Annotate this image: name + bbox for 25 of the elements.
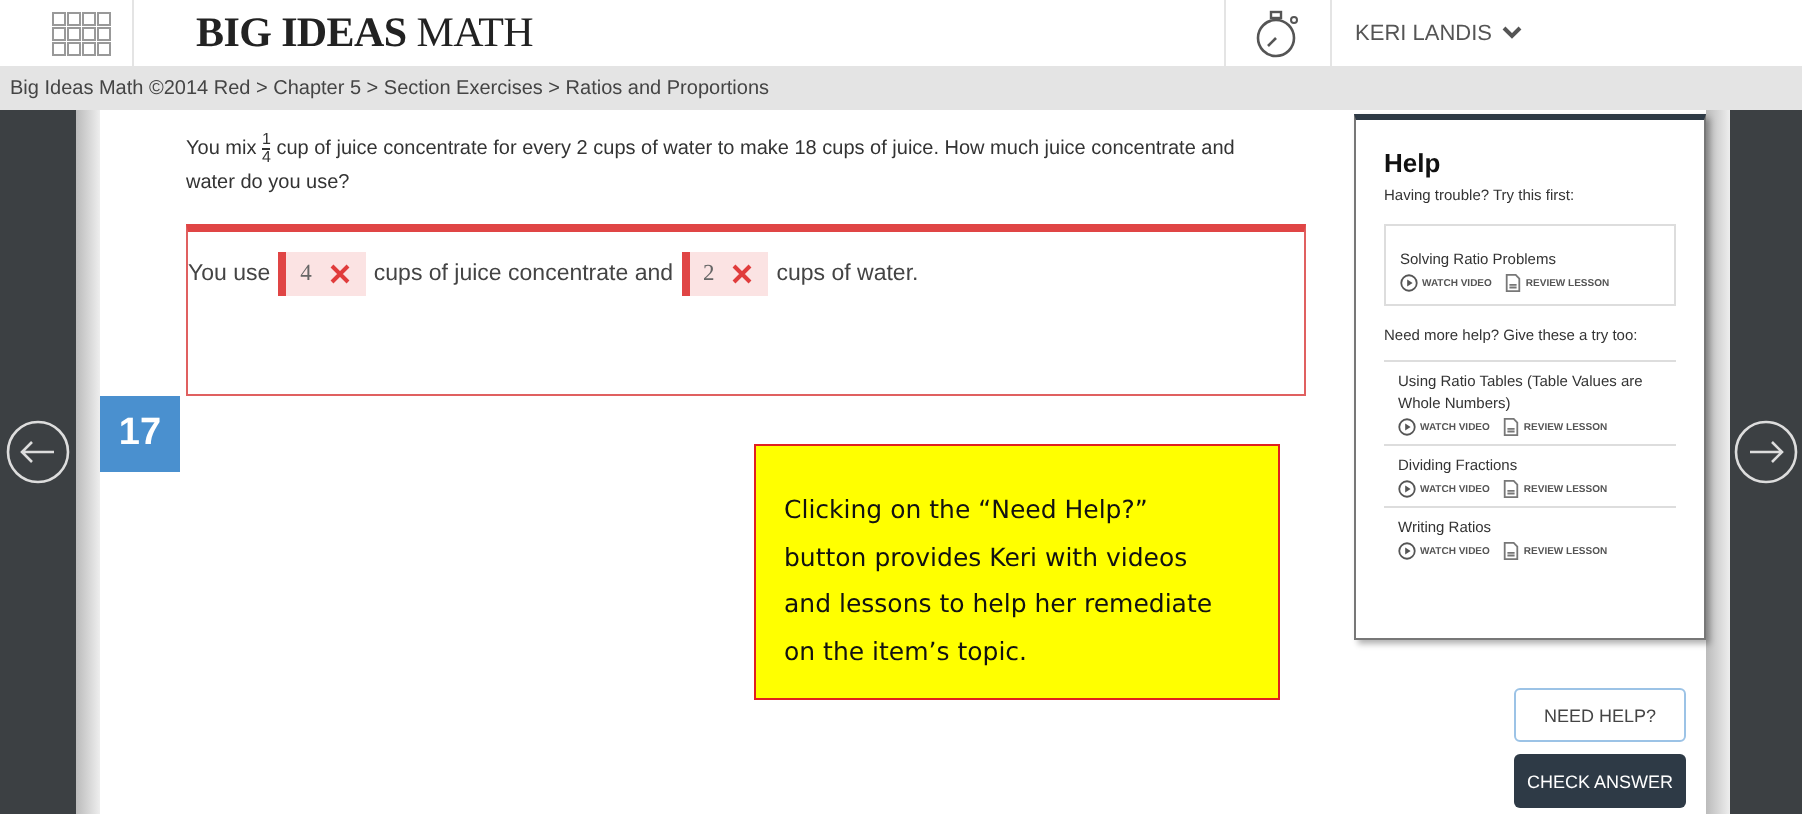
answer-text: cups of water. bbox=[776, 260, 919, 291]
play-icon bbox=[1400, 274, 1418, 292]
callout-note: Clicking on the “Need Help?” button provides Keri with videos and lessons to help her remediate on the item’s topic. bbox=[754, 444, 1280, 700]
app-grid-icon[interactable] bbox=[52, 11, 112, 55]
answer-text: You use bbox=[188, 260, 271, 291]
document-icon bbox=[1501, 480, 1520, 498]
document-icon bbox=[1503, 274, 1522, 292]
logo[interactable]: BIG IDEAS MATH bbox=[196, 8, 534, 58]
play-icon bbox=[1398, 418, 1416, 436]
stopwatch-icon[interactable] bbox=[1253, 7, 1302, 59]
action-button[interactable]: CHECK ANSWER bbox=[1514, 754, 1686, 808]
user-menu[interactable]: KERI LANDIS bbox=[1355, 21, 1522, 45]
answer-field[interactable]: 4 bbox=[278, 252, 366, 297]
play-icon bbox=[1398, 542, 1416, 560]
answer-field[interactable]: 2 bbox=[681, 252, 769, 297]
play-icon bbox=[1398, 480, 1416, 498]
help-title: Help bbox=[1384, 148, 1443, 178]
wrong-icon bbox=[732, 264, 753, 285]
answer-text: cups of juice concentrate and bbox=[373, 260, 674, 291]
document-icon bbox=[1501, 542, 1520, 560]
wrong-icon bbox=[329, 264, 350, 285]
document-icon bbox=[1501, 418, 1520, 436]
item-number: 17 bbox=[100, 396, 180, 473]
chevron-down-icon bbox=[1502, 26, 1522, 40]
action-button[interactable]: NEED HELP? bbox=[1514, 688, 1686, 742]
